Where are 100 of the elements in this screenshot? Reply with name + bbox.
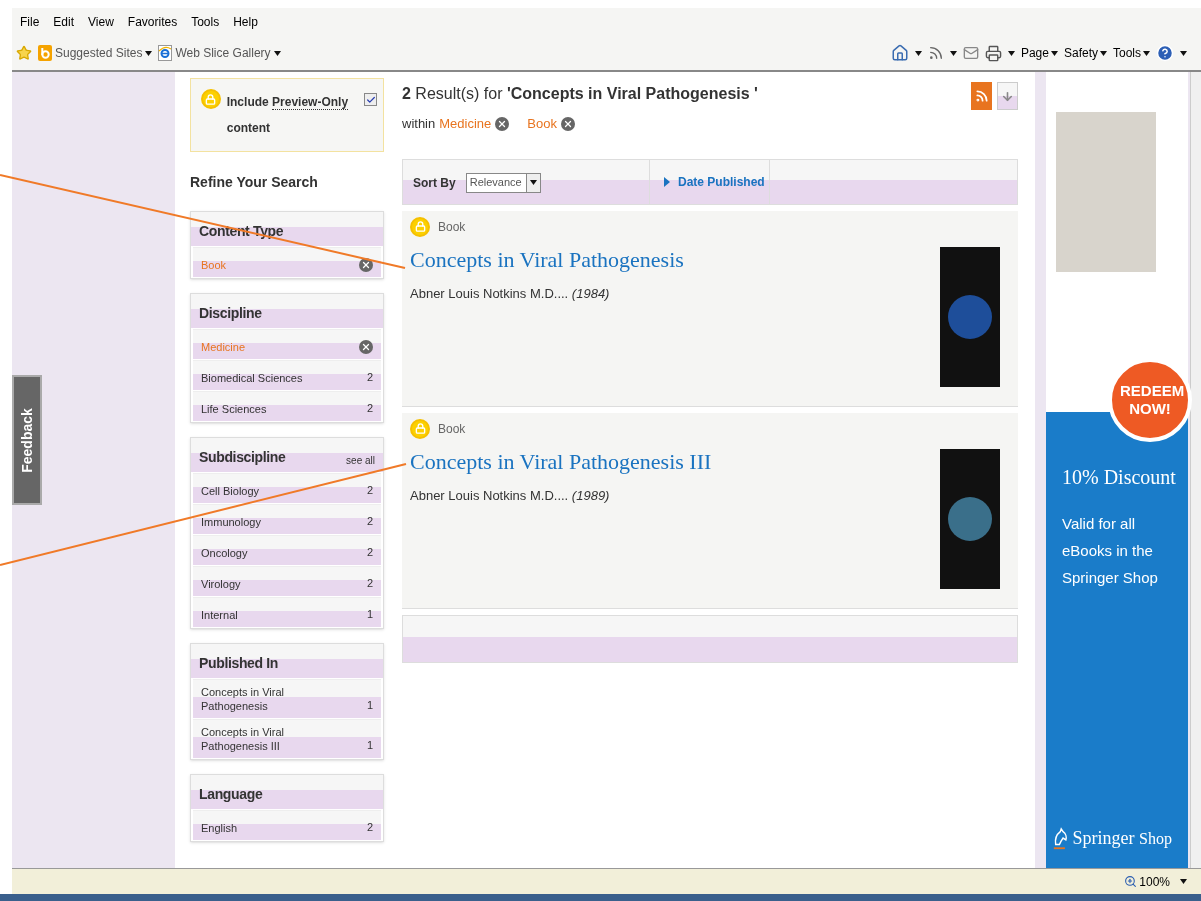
menu-item[interactable]: File: [20, 13, 40, 31]
facet-count: 2: [366, 400, 373, 416]
facet-item[interactable]: Virology 2: [193, 566, 381, 596]
result-type: Book: [438, 218, 466, 236]
clear-icon[interactable]: [359, 340, 373, 354]
facet-label: Oncology: [201, 546, 248, 560]
facet-count: 1: [366, 737, 373, 753]
menu-item[interactable]: Favorites: [127, 13, 178, 31]
result-author: Abner Louis Notkins M.D.... (1989): [410, 486, 611, 505]
command-menu[interactable]: Page: [1020, 44, 1058, 62]
triangle-icon: [664, 176, 670, 187]
favorites-star-icon[interactable]: [16, 45, 32, 61]
menu-item[interactable]: View: [88, 13, 114, 31]
facet-title: Content Type: [199, 222, 284, 241]
menu-item[interactable]: Help: [233, 13, 258, 31]
facet-label: Biomedical Sciences: [201, 371, 303, 385]
facet-count: 2: [366, 819, 373, 835]
facet-item[interactable]: Biomedical Sciences 2: [193, 360, 381, 390]
mail-icon[interactable]: [962, 45, 979, 61]
page-logo-icon: [158, 45, 173, 61]
menu-item[interactable]: Tools: [191, 13, 220, 31]
menu-item[interactable]: Edit: [53, 13, 75, 31]
feedback-label: Feedback: [17, 407, 36, 473]
facet-label: Cell Biology: [201, 484, 260, 498]
result-title-link[interactable]: Concepts in Viral Pathogenesis III: [410, 444, 712, 478]
caret-icon[interactable]: [145, 50, 153, 56]
shop-logo-text: Springer Shop: [1072, 827, 1172, 850]
facet-item[interactable]: Oncology 2: [193, 535, 381, 565]
facet-item[interactable]: Concepts in Viral Pathogenesis III 1: [193, 719, 381, 758]
result-type: Book: [438, 420, 466, 438]
facet-label: Virology: [201, 577, 241, 591]
sort-label: Sort By: [413, 174, 456, 192]
download-icon: [1001, 89, 1014, 103]
lock-icon: [410, 216, 430, 237]
facet-count: 2: [366, 369, 373, 385]
result-title-link[interactable]: Concepts in Viral Pathogenesis: [410, 242, 684, 276]
within-label: within: [402, 115, 436, 133]
command-menu[interactable]: Safety: [1063, 44, 1107, 62]
lock-icon: [201, 89, 221, 109]
facet-count: 2: [366, 575, 373, 591]
caret-icon[interactable]: [273, 50, 281, 56]
facet-title: Subdiscipline: [199, 448, 286, 467]
feedback-tab[interactable]: Feedback: [12, 375, 42, 505]
result-author: Abner Louis Notkins M.D.... (1984): [410, 284, 611, 303]
preview-label: Include Preview-Only content: [226, 94, 350, 137]
facet-count: 1: [366, 697, 373, 713]
command-menu[interactable]: Tools: [1113, 44, 1150, 62]
discount-text: Valid for all eBooks in the Springer Shop: [1062, 514, 1159, 588]
print-icon[interactable]: [984, 44, 1002, 62]
refine-title: Refine Your Search: [190, 173, 319, 192]
facet-label: Book: [201, 258, 227, 272]
favorites-link[interactable]: Suggested Sites: [38, 44, 153, 62]
facet-count: 2: [366, 513, 373, 529]
rss-button[interactable]: [971, 82, 992, 110]
help-icon[interactable]: [1156, 44, 1174, 62]
facet-label: Immunology: [201, 515, 261, 529]
caret-icon[interactable]: [1143, 50, 1150, 56]
lock-icon: [410, 418, 430, 439]
facet-count: 2: [366, 482, 373, 498]
caret-icon[interactable]: [914, 50, 922, 56]
zoom-icon: [1124, 875, 1138, 888]
clear-icon[interactable]: [495, 116, 510, 131]
rss-icon: [974, 89, 989, 103]
preview-checkbox[interactable]: [364, 93, 377, 106]
caret-icon[interactable]: [1100, 50, 1107, 56]
date-published-sort[interactable]: Date Published: [650, 159, 770, 204]
facet-title: Language: [199, 785, 263, 804]
favorites-link[interactable]: Web Slice Gallery: [158, 44, 281, 62]
caret-icon[interactable]: [529, 180, 537, 185]
facet-item[interactable]: Immunology 2: [193, 504, 381, 534]
caret-icon[interactable]: [1180, 50, 1187, 56]
caret-icon[interactable]: [1180, 879, 1187, 884]
facet-item[interactable]: Cell Biology 2: [193, 473, 381, 503]
facet-label: Internal: [201, 608, 238, 622]
horse-logo-icon: [1052, 826, 1069, 851]
site-logo-icon: [38, 45, 52, 61]
facet-count: 2: [366, 544, 373, 560]
facet-item[interactable]: Concepts in Viral Pathogenesis 1: [193, 679, 381, 718]
feed-icon[interactable]: [927, 45, 944, 61]
see-all-link[interactable]: see all: [346, 453, 375, 468]
home-icon[interactable]: [890, 44, 909, 62]
results-heading: 2 Result(s) for 'Concepts in Viral Pathogenesis ': [402, 84, 758, 104]
clear-icon[interactable]: [560, 116, 575, 131]
facet-label: Medicine: [201, 340, 246, 354]
caret-icon[interactable]: [1050, 50, 1058, 56]
facet-title: Published In: [199, 654, 279, 673]
facet-count: 1: [366, 606, 373, 622]
caret-icon[interactable]: [949, 50, 957, 56]
facet-label: English: [201, 821, 238, 835]
caret-icon[interactable]: [1007, 50, 1015, 56]
sort-select[interactable]: Relevance: [465, 172, 541, 193]
zoom-level[interactable]: 100%: [1124, 872, 1170, 891]
facet-item[interactable]: Life Sciences 2: [193, 391, 381, 421]
facet-item[interactable]: Internal 1: [193, 597, 381, 627]
facet-title: Discipline: [199, 304, 262, 323]
download-button[interactable]: [997, 82, 1018, 110]
facet-item[interactable]: English 2: [193, 810, 381, 840]
facet-label: Concepts in Viral Pathogenesis: [201, 685, 285, 713]
facet-label: Concepts in Viral Pathogenesis III: [201, 725, 285, 753]
facet-label: Life Sciences: [201, 402, 267, 416]
